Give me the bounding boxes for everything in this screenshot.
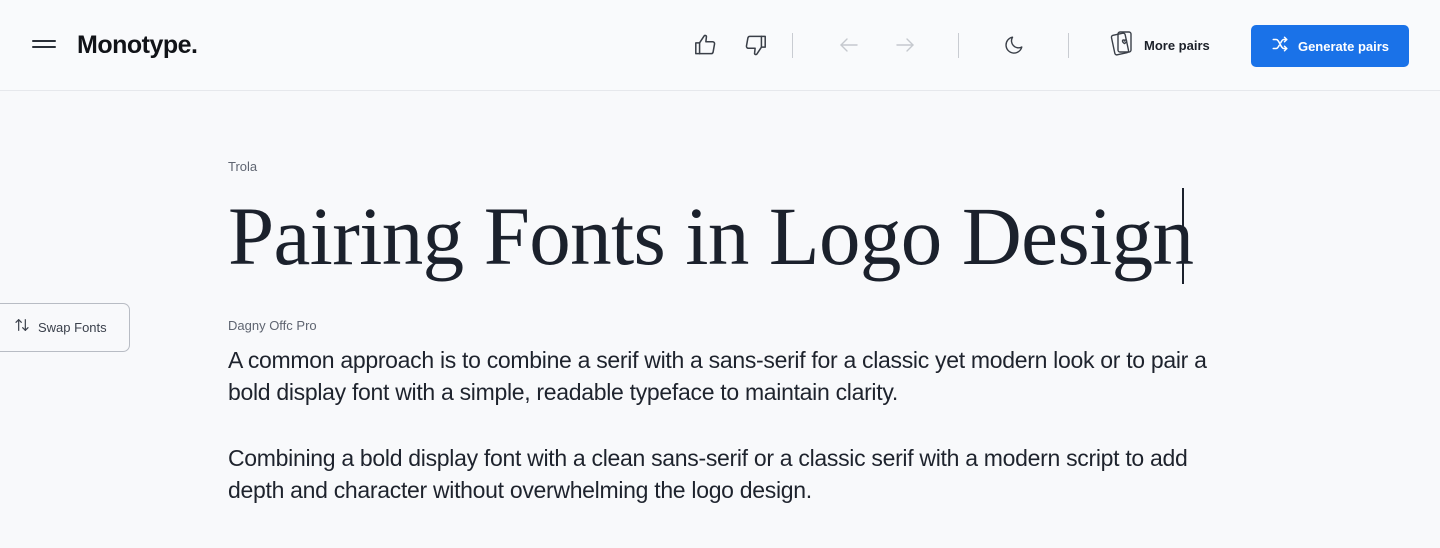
menu-line-top — [32, 40, 56, 42]
toolbar-divider — [1068, 33, 1069, 58]
generate-pairs-label: Generate pairs — [1297, 38, 1390, 54]
body-font-name: Dagny Offc Pro — [228, 318, 317, 333]
swap-fonts-label: Swap Fonts — [38, 320, 107, 335]
arrow-right-icon[interactable] — [891, 31, 919, 59]
body-paragraph[interactable]: A common approach is to combine a serif … — [228, 344, 1228, 408]
more-pairs-label: More pairs — [1144, 37, 1210, 53]
thumbs-down-icon[interactable] — [742, 31, 770, 59]
moon-icon[interactable] — [1000, 31, 1028, 59]
headline-preview[interactable]: Pairing Fonts in Logo Design — [228, 186, 1194, 286]
body-paragraph[interactable]: Combining a bold display font with a cle… — [228, 442, 1228, 506]
cards-icon — [1110, 29, 1134, 62]
brand-logo[interactable]: Monotype. — [77, 28, 198, 62]
more-pairs-button[interactable]: More pairs — [1110, 30, 1210, 60]
swap-fonts-button[interactable]: Swap Fonts — [0, 303, 130, 352]
swap-arrows-icon — [14, 317, 30, 338]
toolbar-divider — [792, 33, 793, 58]
toolbar-divider — [958, 33, 959, 58]
text-cursor — [1182, 188, 1184, 284]
thumbs-up-icon[interactable] — [691, 31, 719, 59]
hamburger-menu-icon[interactable] — [30, 33, 58, 57]
arrow-left-icon[interactable] — [835, 31, 863, 59]
heading-font-name: Trola — [228, 159, 258, 174]
shuffle-icon — [1271, 35, 1289, 58]
top-bar: Monotype. More pairs Generate pairs — [0, 0, 1440, 91]
generate-pairs-button[interactable]: Generate pairs — [1251, 25, 1409, 67]
menu-line-bottom — [32, 46, 56, 48]
